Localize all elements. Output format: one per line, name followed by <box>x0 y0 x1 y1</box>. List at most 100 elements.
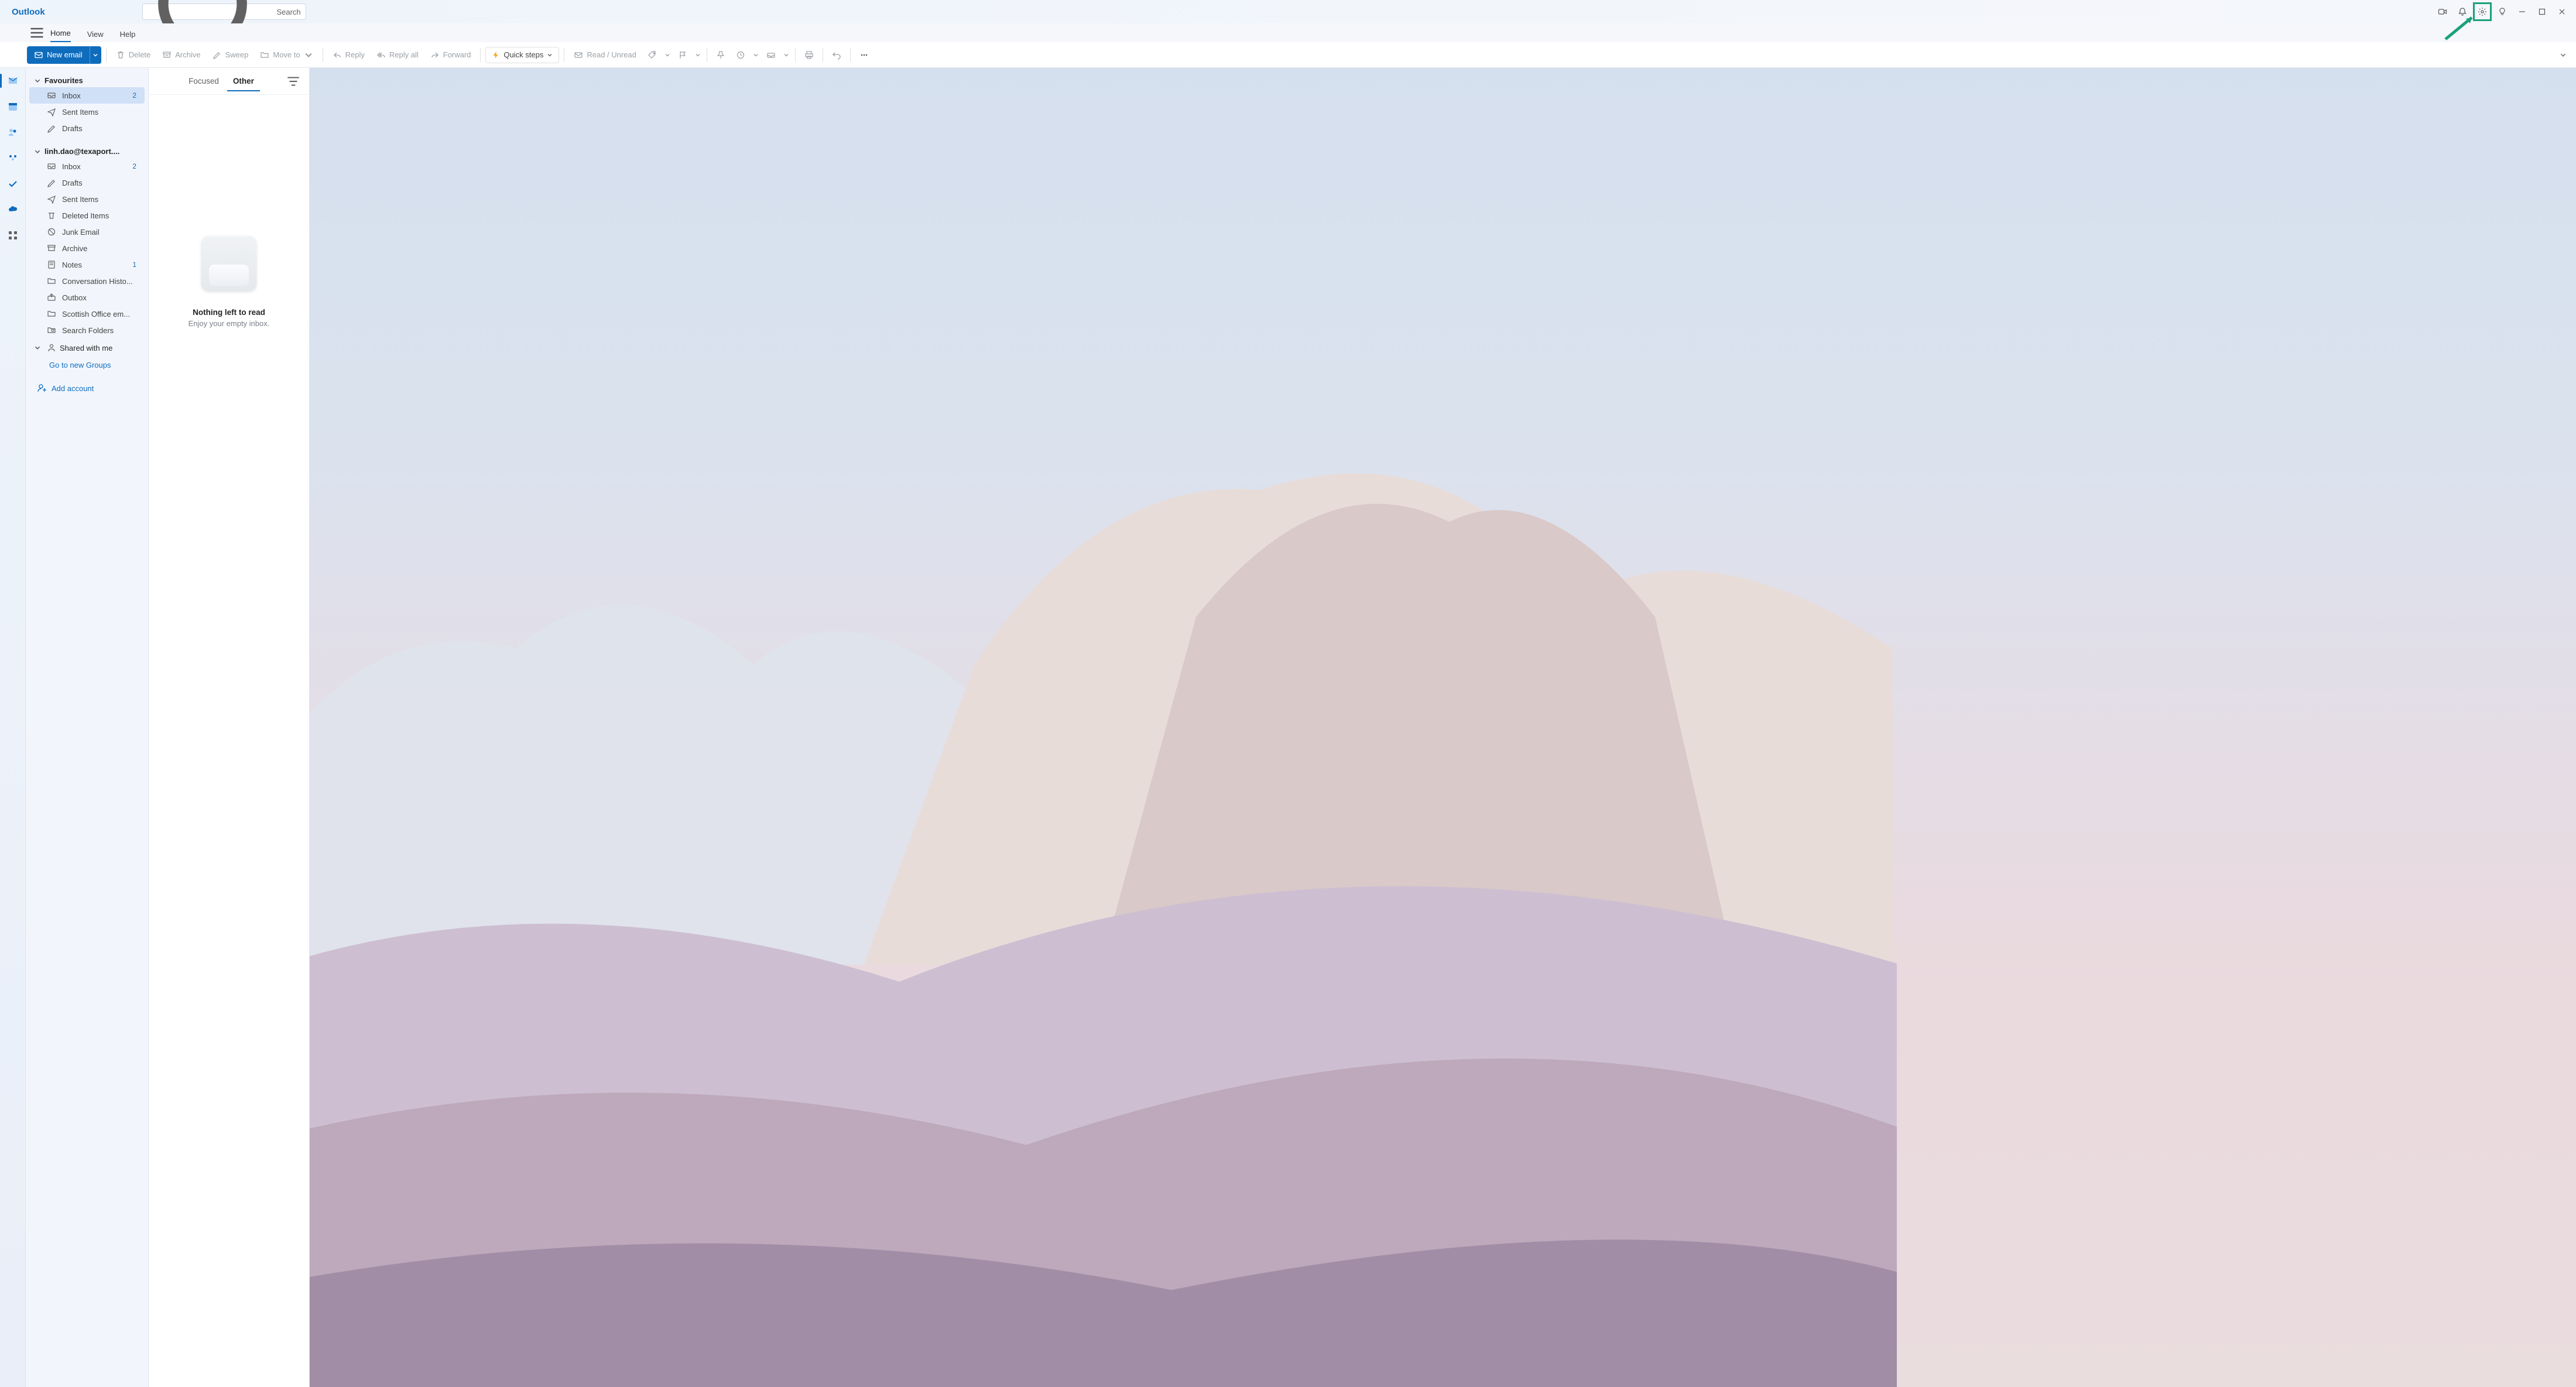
folder-archive[interactable]: Archive <box>29 240 145 256</box>
new-email-button[interactable]: New email <box>27 50 90 60</box>
folder-move-icon <box>260 50 269 60</box>
more-button[interactable] <box>855 46 873 64</box>
reply-all-button[interactable]: Reply all <box>372 46 423 64</box>
folder-label: Notes <box>62 261 82 269</box>
folder-drafts[interactable]: Drafts <box>29 174 145 191</box>
folder-label: Deleted Items <box>62 211 109 220</box>
reply-all-label: Reply all <box>389 50 419 59</box>
read-unread-button[interactable]: Read / Unread <box>569 46 641 64</box>
maximize-button[interactable] <box>2533 2 2551 21</box>
folder-label: Inbox <box>62 91 81 100</box>
rail-onedrive[interactable] <box>2 199 23 220</box>
chevron-down-icon <box>34 344 41 351</box>
categorize-dropdown[interactable] <box>663 52 672 58</box>
folder-sent-fav[interactable]: Sent Items <box>29 104 145 120</box>
new-email-button-group: New email <box>27 46 101 64</box>
snooze-button[interactable] <box>732 46 749 64</box>
account-header[interactable]: linh.dao@texaport.... <box>26 145 148 158</box>
categorize-button[interactable] <box>643 46 661 64</box>
folder-label: Drafts <box>62 179 83 187</box>
tab-help[interactable]: Help <box>120 30 136 42</box>
move-to-button[interactable]: Move to <box>255 46 317 64</box>
rules-button[interactable] <box>762 46 780 64</box>
search-folder-icon <box>47 326 56 335</box>
empty-subtitle: Enjoy your empty inbox. <box>189 319 270 328</box>
folder-inbox-fav[interactable]: Inbox 2 <box>29 87 145 104</box>
settings-button[interactable] <box>2473 2 2492 21</box>
folder-sent[interactable]: Sent Items <box>29 191 145 207</box>
filter-button[interactable] <box>286 74 301 89</box>
folder-label: Outbox <box>62 293 87 302</box>
folder-label: Inbox <box>62 162 81 171</box>
chevron-down-icon <box>34 148 41 155</box>
forward-button[interactable]: Forward <box>426 46 476 64</box>
delete-button[interactable]: Delete <box>111 46 156 64</box>
minimize-button[interactable] <box>2513 2 2532 21</box>
go-to-groups-link[interactable]: Go to new Groups <box>26 355 148 375</box>
folder-outbox[interactable]: Outbox <box>29 289 145 306</box>
flag-dropdown[interactable] <box>694 52 702 58</box>
quick-steps-button[interactable]: Quick steps <box>485 47 559 63</box>
bell-icon <box>2458 7 2467 16</box>
folder-label: Drafts <box>62 124 83 133</box>
onedrive-icon <box>8 204 18 215</box>
tips-button[interactable] <box>2493 2 2512 21</box>
archive-icon <box>162 50 172 60</box>
nav-toggle-button[interactable] <box>29 25 45 41</box>
close-button[interactable] <box>2553 2 2571 21</box>
rail-apps[interactable] <box>2 225 23 246</box>
rules-dropdown[interactable] <box>782 52 790 58</box>
meet-now-button[interactable] <box>2433 2 2452 21</box>
folder-scottish-office[interactable]: Scottish Office em... <box>29 306 145 322</box>
chevron-down-icon <box>34 77 41 84</box>
pin-button[interactable] <box>712 46 729 64</box>
tab-view[interactable]: View <box>87 30 104 42</box>
folder-junk[interactable]: Junk Email <box>29 224 145 240</box>
folder-inbox[interactable]: Inbox2 <box>29 158 145 174</box>
search-input[interactable]: Search <box>142 4 306 20</box>
clock-icon <box>736 50 745 60</box>
folder-notes[interactable]: Notes 1 <box>29 256 145 273</box>
delete-label: Delete <box>129 50 151 59</box>
reply-button[interactable]: Reply <box>328 46 369 64</box>
rail-groups[interactable] <box>2 148 23 169</box>
rail-mail[interactable] <box>2 70 23 91</box>
flag-button[interactable] <box>674 46 691 64</box>
folder-deleted[interactable]: Deleted Items <box>29 207 145 224</box>
reply-all-icon <box>376 50 386 60</box>
folder-search-folders[interactable]: Search Folders <box>29 322 145 338</box>
favourites-header[interactable]: Favourites <box>26 74 148 87</box>
forward-label: Forward <box>443 50 471 59</box>
wallpaper-dunes <box>310 728 1897 1387</box>
archive-icon <box>47 244 56 253</box>
tab-home[interactable]: Home <box>50 29 71 42</box>
undo-button[interactable] <box>828 46 845 64</box>
new-email-dropdown[interactable] <box>90 46 101 64</box>
folder-count: 1 <box>132 261 136 269</box>
mail-icon <box>34 50 43 60</box>
rail-people[interactable] <box>2 122 23 143</box>
shared-header[interactable]: Shared with me <box>26 341 148 355</box>
folder-conversation-history[interactable]: Conversation Histo... <box>29 273 145 289</box>
outbox-icon <box>47 293 56 302</box>
rail-todo[interactable] <box>2 173 23 194</box>
archive-button[interactable]: Archive <box>157 46 205 64</box>
tab-focused[interactable]: Focused <box>183 77 225 91</box>
snooze-dropdown[interactable] <box>752 52 760 58</box>
folder-label: Junk Email <box>62 228 100 237</box>
read-icon <box>574 50 583 60</box>
notifications-button[interactable] <box>2453 2 2472 21</box>
chevron-down-icon <box>304 50 313 60</box>
titlebar: Outlook Search <box>0 0 2576 23</box>
sweep-button[interactable]: Sweep <box>208 46 254 64</box>
ribbon-expand-button[interactable] <box>2556 48 2570 62</box>
rail-calendar[interactable] <box>2 96 23 117</box>
print-button[interactable] <box>800 46 818 64</box>
sweep-icon <box>213 50 222 60</box>
folder-drafts-fav[interactable]: Drafts <box>29 120 145 136</box>
add-account-button[interactable]: Add account <box>26 375 148 393</box>
draft-icon <box>47 178 56 187</box>
favourites-label: Favourites <box>44 76 83 85</box>
message-list-pane: Focused Other Nothing left to read Enjoy… <box>149 68 310 1387</box>
tab-other[interactable]: Other <box>227 77 260 91</box>
